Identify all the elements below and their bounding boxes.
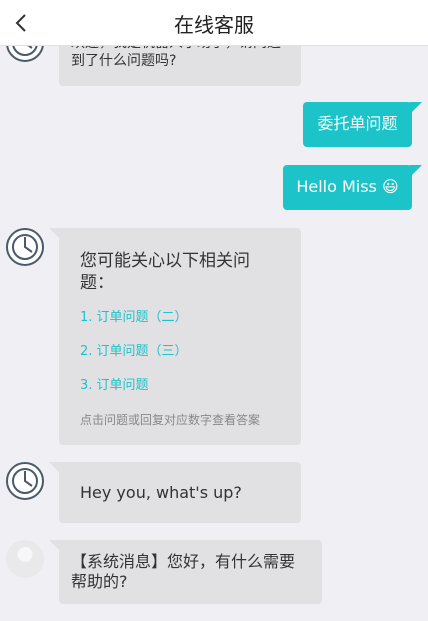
faq-title: 您可能关心以下相关问题： [80, 251, 250, 293]
user-avatar [6, 540, 44, 578]
system-message: 【系统消息】您好，有什么需要帮助的? [49, 540, 322, 604]
sent-message-text: 委托单问题 [317, 114, 398, 133]
header-bar: 在线客服 [0, 0, 428, 46]
faq-item[interactable]: 2. 订单问题（三） [80, 342, 188, 362]
faq-hint: 点击问题或回复对应数字查看答案 [80, 413, 261, 427]
bot-avatar [6, 228, 44, 266]
faq-item[interactable]: 3. 订单问题 [80, 376, 149, 396]
system-message-text: 【系统消息】您好，有什么需要帮助的? [71, 552, 296, 591]
bot-logo-icon [12, 46, 38, 56]
faq-message: 您可能关心以下相关问题： 1. 订单问题（二） 2. 订单问题（三） 3. 订单… [49, 228, 301, 445]
bot-logo-icon [12, 234, 38, 260]
welcome-message-text: 欢迎，我是机器人小助手，请问遇到了什么问题吗? [71, 46, 281, 69]
bot-reply-text: Hey you, what's up? [80, 483, 242, 502]
sent-message: Hello Miss 😃 [283, 165, 422, 210]
faq-item[interactable]: 1. 订单问题（二） [80, 308, 188, 328]
bot-reply-message: Hey you, what's up? [49, 462, 301, 523]
bot-avatar [6, 46, 44, 62]
sent-message-text: Hello Miss 😃 [296, 177, 399, 196]
bot-logo-icon [12, 468, 38, 494]
chat-thread[interactable]: 欢迎，我是机器人小助手，请问遇到了什么问题吗? 委托单问题 Hello Miss… [0, 46, 428, 621]
welcome-message: 欢迎，我是机器人小助手，请问遇到了什么问题吗? [59, 46, 301, 86]
bot-avatar [6, 462, 44, 500]
page-title: 在线客服 [174, 13, 254, 37]
sent-message: 委托单问题 [303, 102, 422, 147]
